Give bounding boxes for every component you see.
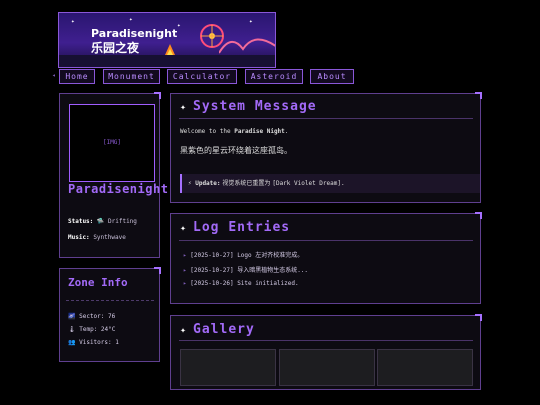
update-label: ⚡ Update: [188, 180, 221, 187]
galaxy-icon: 🌌 [68, 313, 76, 320]
banner-subtitle: 乐园之夜 [91, 41, 140, 55]
music-value: Synthwave [93, 234, 126, 241]
nav-arrow-icon: ◂ [52, 72, 56, 79]
banner-title: Paradisenight [91, 27, 178, 40]
zone-item-sector: 🌌 Sector: 76 [68, 313, 115, 320]
music-row: Music: Synthwave [68, 234, 126, 241]
gallery-title: Gallery [193, 322, 255, 337]
corner-decoration [154, 92, 161, 99]
panel-title: ✦ Log Entries [180, 220, 290, 235]
site-banner: ✦ ✦ ✦ ✦ Paradisenight 乐园之夜 [58, 12, 276, 68]
status-label: Status: [68, 218, 94, 225]
roller-coaster-icon [219, 38, 275, 54]
corner-decoration [475, 212, 482, 219]
gallery-thumbnail[interactable] [279, 349, 375, 386]
zone-item-temp: 🌡 Temp: 24°C [68, 326, 115, 333]
star-icon: ✦ [71, 18, 75, 25]
thermometer-icon: 🌡 [68, 326, 76, 333]
log-entries-panel: ✦ Log Entries ▸ [2025-10-27] Logo 左对齐校准完成… [170, 212, 482, 304]
update-text: 视觉系统已重置为 [220, 180, 273, 187]
divider [179, 340, 473, 341]
welcome-prefix: Welcome to the [180, 128, 231, 135]
zone-item-visitors: 👥 Visitors: 1 [68, 339, 119, 346]
system-message-panel: ✦ System Message Welcome to the Paradise … [170, 92, 482, 203]
music-label: Music: [68, 234, 90, 241]
divider [179, 118, 473, 119]
nav-asteroid[interactable]: Asteroid [245, 69, 303, 84]
update-end: . [340, 180, 345, 187]
nav-about[interactable]: About [310, 69, 354, 84]
sparkle-icon: ✦ [180, 325, 188, 336]
update-notice: ⚡ Update: 视觉系统已重置为 [Dark Violet Dream]. [180, 174, 480, 193]
corner-decoration [475, 314, 482, 321]
log-entry: ▸ [2025-10-27] 导入暗黑植物生态系统... [183, 265, 308, 274]
sparkle-icon: ✦ [180, 223, 188, 234]
welcome-text: Welcome to the Paradise Night. [180, 128, 288, 135]
corner-decoration [475, 92, 482, 99]
system-message-text: 黑紫色的星云环绕着这座孤岛。 [180, 146, 292, 155]
avatar: [IMG] [69, 104, 155, 182]
log-entry-text: [2025-10-26] Site initialized. [190, 280, 299, 287]
welcome-suffix: . [284, 128, 289, 135]
nav-home[interactable]: Home [59, 69, 95, 84]
zone-item-label: Temp: 24°C [79, 326, 116, 333]
panel-title: ✦ System Message [180, 99, 317, 114]
banner-ground [59, 55, 275, 67]
zone-item-label: Sector: 76 [79, 313, 116, 320]
nav-calculator[interactable]: Calculator [167, 69, 237, 84]
zone-item-label: Visitors: 1 [79, 339, 119, 346]
panel-title: ✦ Gallery [180, 322, 255, 337]
corner-decoration [154, 267, 161, 274]
log-entry: ▸ [2025-10-26] Site initialized. [183, 280, 299, 287]
divider [66, 300, 154, 301]
profile-panel: [IMG] Paradisenight Status: 🛸 Drifting M… [59, 92, 168, 258]
status-row: Status: 🛸 Drifting [68, 218, 137, 225]
divider [179, 240, 473, 241]
log-entries-title: Log Entries [193, 220, 291, 235]
log-entry-text: [2025-10-27] 导入暗黑植物生态系统... [190, 267, 309, 274]
gallery-thumbnail[interactable] [180, 349, 276, 386]
star-icon: ✦ [129, 16, 133, 23]
star-icon: ✦ [177, 22, 181, 29]
sparkle-icon: ✦ [180, 102, 188, 113]
zone-info-title: Zone Info [68, 276, 128, 289]
nav-monument[interactable]: Monument [103, 69, 160, 84]
system-message-title: System Message [193, 99, 317, 114]
zone-info-panel: Zone Info 🌌 Sector: 76 🌡 Temp: 24°C 👥 Vi… [59, 267, 161, 362]
status-value: 🛸 Drifting [96, 218, 137, 225]
log-entry-text: [2025-10-27] Logo 左对齐校准完成。 [190, 252, 304, 259]
gallery-thumbnail[interactable] [377, 349, 473, 386]
welcome-name: Paradise Night [234, 128, 285, 135]
profile-username: Paradisenight [68, 182, 169, 196]
update-value: [Dark Violet Dream] [272, 180, 341, 187]
users-icon: 👥 [68, 339, 76, 346]
log-entry: ▸ [2025-10-27] Logo 左对齐校准完成。 [183, 250, 303, 259]
gallery-panel: ✦ Gallery [170, 314, 482, 390]
star-icon: ✦ [249, 18, 253, 25]
